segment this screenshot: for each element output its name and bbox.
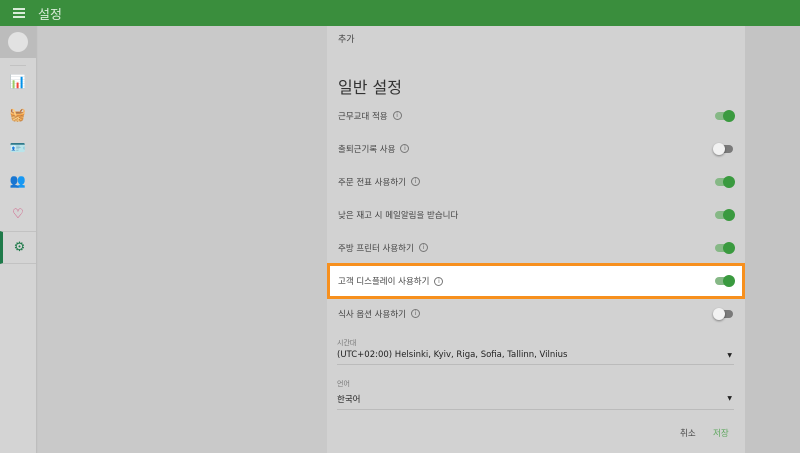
toggle-knob <box>723 208 735 221</box>
setting-row: 식사 옵션 사용하기 i <box>327 297 745 330</box>
toggle-knob <box>723 241 735 254</box>
sidebar-item-id-card[interactable]: 🪪 <box>0 132 36 165</box>
timezone-value: (UTC+02:00) Helsinki, Kyiv, Riga, Sofia,… <box>337 350 568 360</box>
toggle-knob <box>723 175 735 188</box>
cancel-button[interactable]: 취소 <box>680 427 696 439</box>
setting-row: 출퇴근기록 사용 i <box>327 132 745 165</box>
setting-label: 낮은 재고 시 메일알림을 받습니다 <box>338 210 459 221</box>
toggle-switch[interactable] <box>713 275 735 287</box>
id-card-icon: 🪪 <box>9 141 27 156</box>
info-icon[interactable]: i <box>410 177 420 186</box>
info-icon[interactable]: i <box>418 243 428 252</box>
toggle-knob <box>713 142 725 155</box>
toggle-switch[interactable] <box>713 241 735 254</box>
language-select[interactable]: 한국어 ▼ <box>337 393 734 410</box>
sidebar-item-heart[interactable]: ♡ <box>0 198 36 231</box>
basket-icon: 🧺 <box>9 108 27 123</box>
app-header: 설정 <box>0 0 800 26</box>
timezone-label: 시간대 <box>337 339 357 347</box>
sidebar: 📊 🧺 🪪 👥 ♡ ⚙ <box>0 26 37 453</box>
gear-icon: ⚙ <box>13 240 26 255</box>
toggle-knob <box>723 109 735 122</box>
page-title: 설정 <box>38 7 62 23</box>
setting-row: 근무교대 적용 i <box>327 99 745 132</box>
language-label: 언어 <box>337 380 350 388</box>
toggle-switch[interactable] <box>713 175 735 188</box>
info-icon[interactable]: i <box>400 144 410 153</box>
info-icon[interactable]: i <box>392 111 402 120</box>
section-title: 일반 설정 <box>338 78 402 97</box>
sidebar-item-users[interactable]: 👥 <box>0 165 36 198</box>
sidebar-item-basket[interactable]: 🧺 <box>0 99 36 132</box>
setting-label: 고객 디스플레이 사용하기 <box>338 277 430 287</box>
heart-icon: ♡ <box>12 207 24 222</box>
toggle-knob <box>713 307 725 320</box>
toggle-switch[interactable] <box>713 142 735 155</box>
setting-label: 주방 프린터 사용하기 <box>338 243 414 254</box>
info-icon[interactable]: i <box>410 309 420 318</box>
setting-row: 주문 전표 사용하기 i <box>327 165 745 198</box>
toggle-switch[interactable] <box>713 307 735 320</box>
timezone-select[interactable]: (UTC+02:00) Helsinki, Kyiv, Riga, Sofia,… <box>337 350 734 365</box>
user-icon <box>8 32 28 52</box>
setting-label: 식사 옵션 사용하기 <box>338 309 406 320</box>
toggle-knob <box>723 275 735 287</box>
sidebar-item-gear[interactable]: ⚙ <box>0 231 36 264</box>
sidebar-item-bar-chart[interactable]: 📊 <box>0 66 36 99</box>
setting-row: 고객 디스플레이 사용하기 i <box>327 263 745 299</box>
setting-label: 주문 전표 사용하기 <box>338 177 406 188</box>
dropdown-arrow-icon: ▼ <box>727 352 732 359</box>
dropdown-arrow-icon: ▼ <box>727 395 732 402</box>
hamburger-icon[interactable] <box>13 8 25 18</box>
save-button[interactable]: 저장 <box>713 427 729 439</box>
setting-row: 낮은 재고 시 메일알림을 받습니다 <box>327 198 745 231</box>
language-value: 한국어 <box>337 395 361 405</box>
setting-label: 출퇴근기록 사용 <box>338 144 396 155</box>
users-icon: 👥 <box>9 174 27 189</box>
avatar[interactable] <box>0 26 36 58</box>
setting-row: 주방 프린터 사용하기 i <box>327 231 745 264</box>
bar-chart-icon: 📊 <box>9 75 27 90</box>
toggle-switch[interactable] <box>713 109 735 122</box>
setting-label: 근무교대 적용 <box>338 111 388 122</box>
info-icon[interactable]: i <box>434 276 444 286</box>
add-label[interactable]: 추가 <box>338 32 355 45</box>
right-gutter <box>745 26 800 453</box>
toggle-switch[interactable] <box>713 208 735 221</box>
